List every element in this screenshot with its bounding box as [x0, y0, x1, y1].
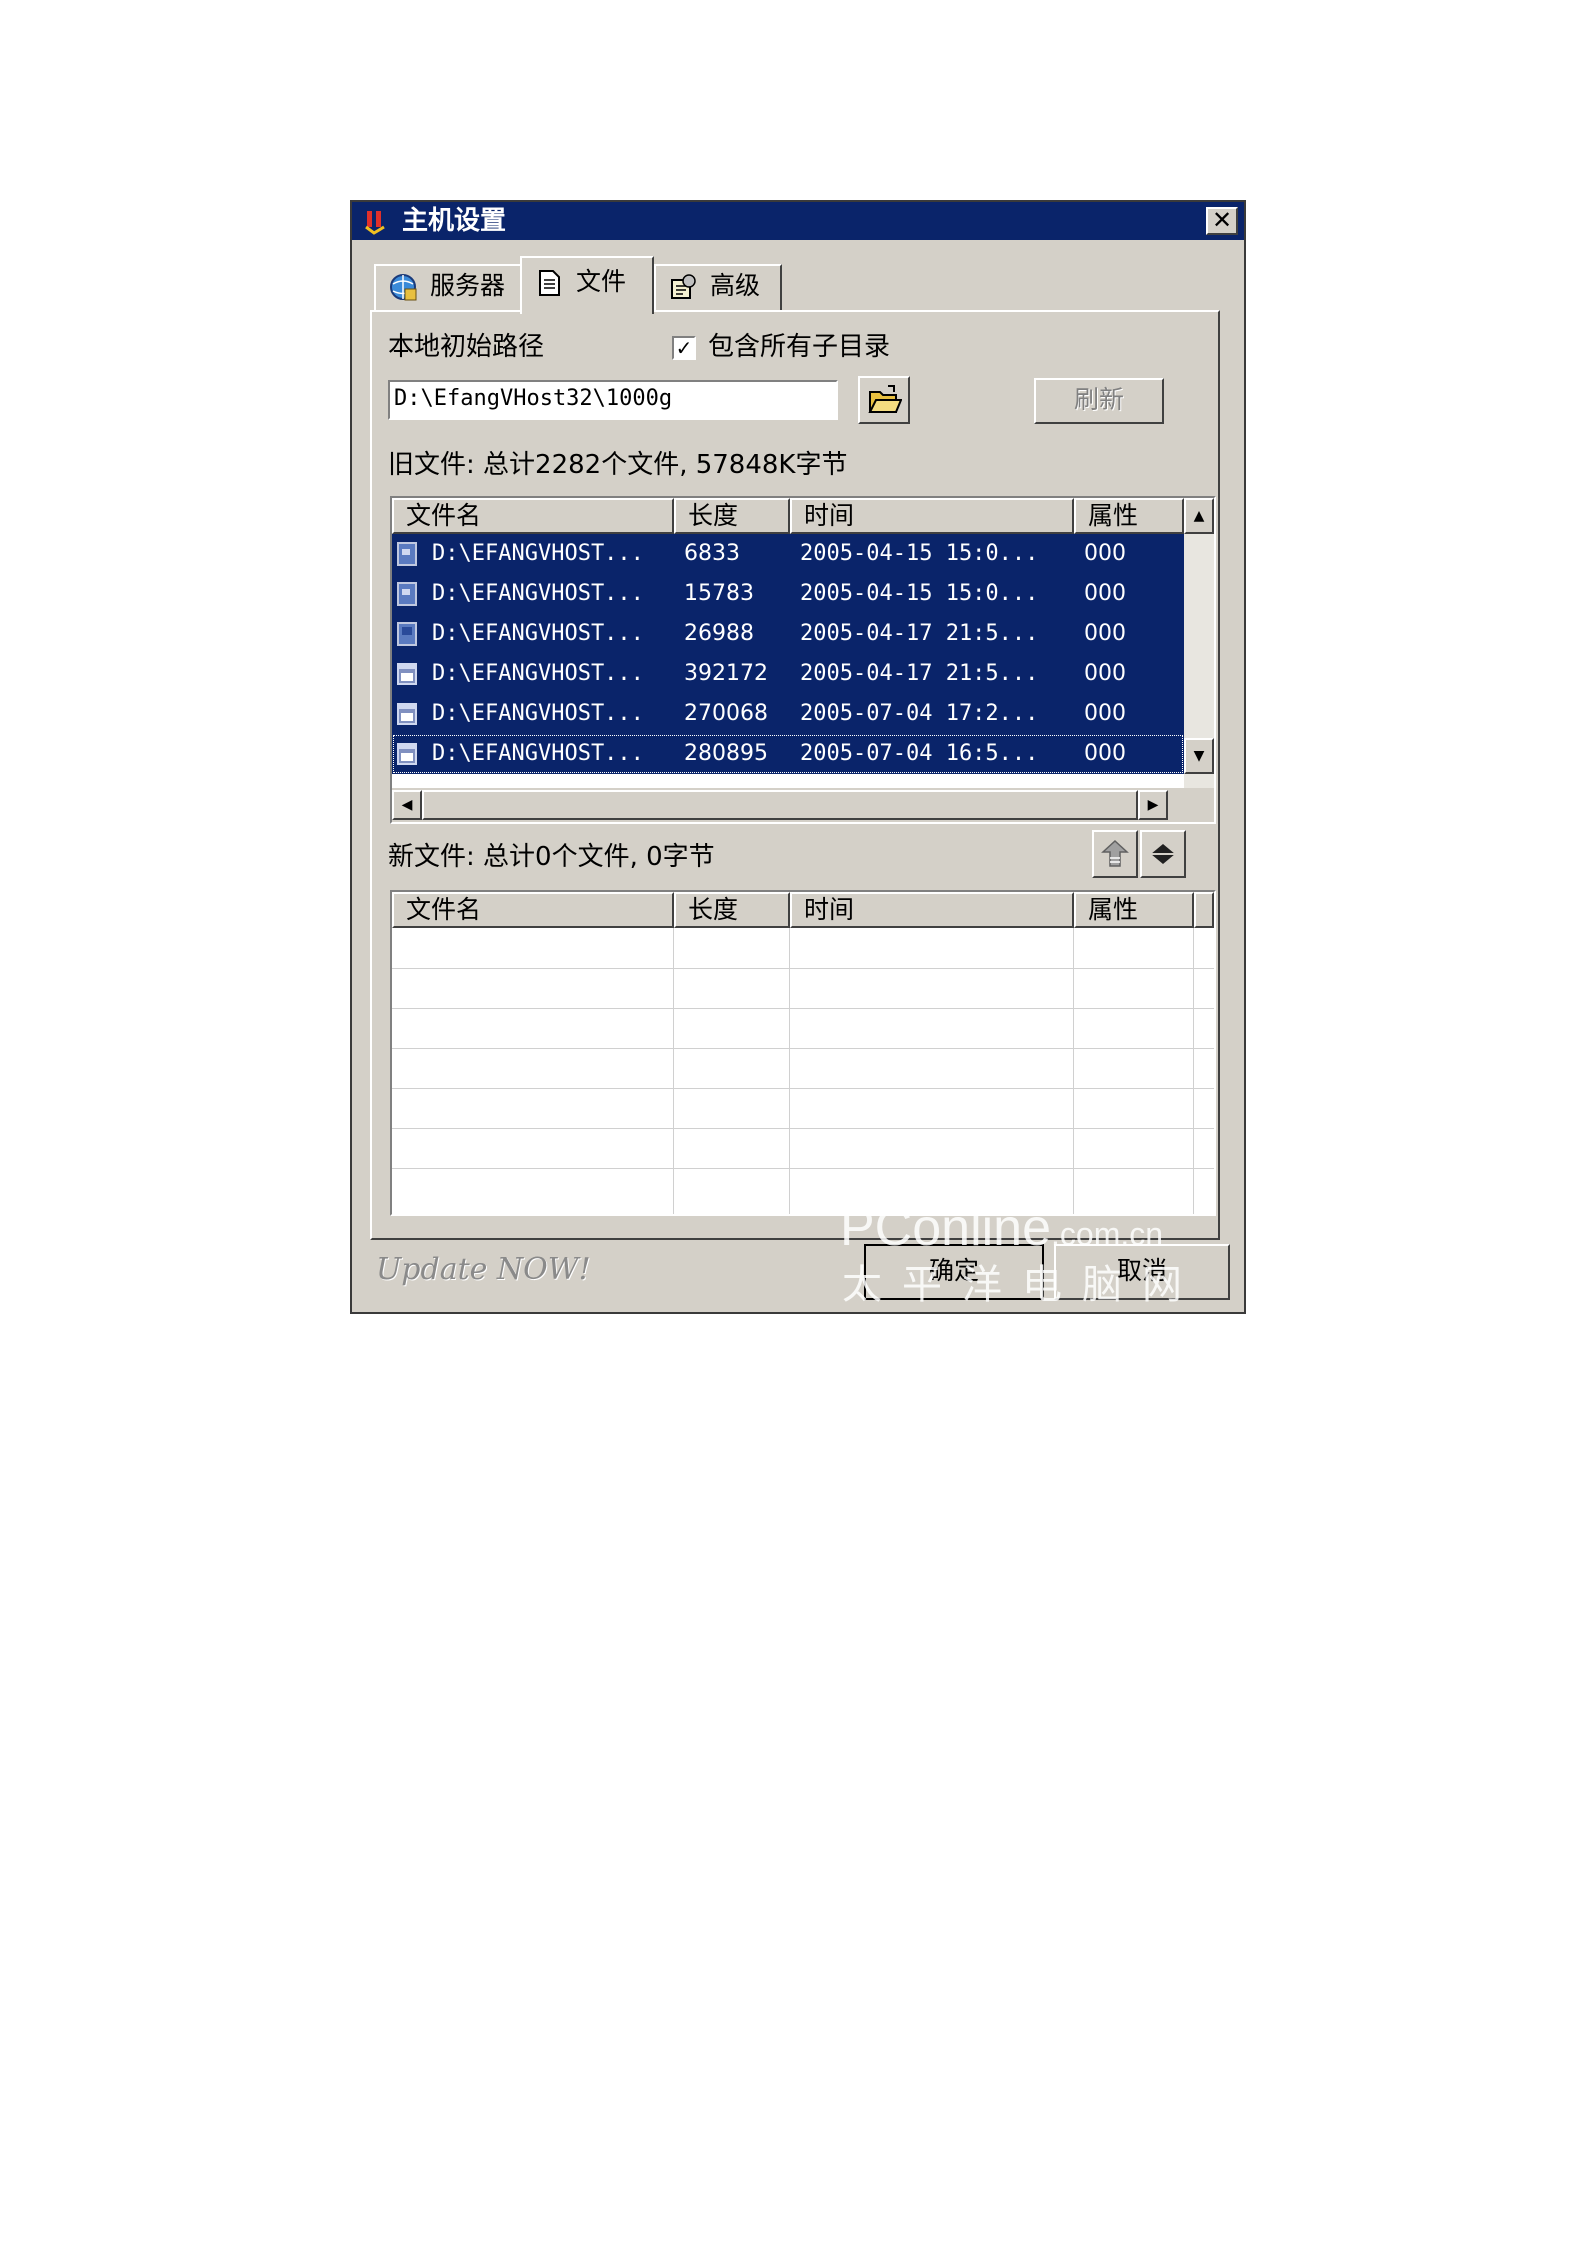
app-icon [365, 211, 385, 235]
time-cell: 2005-04-15 15:0... [800, 541, 1039, 566]
size-cell: 270068 [684, 701, 768, 726]
grid-line [1193, 928, 1194, 1214]
update-now-tagline: Update NOW! [376, 1252, 591, 1287]
time-cell: 2005-04-17 21:5... [800, 661, 1039, 686]
tab-server[interactable]: 服务器 [374, 264, 522, 310]
pconline-cn-watermark: 太平洋电脑网 [842, 1262, 1202, 1308]
attr-cell: 000 [1084, 741, 1126, 766]
move-down-icon [1151, 844, 1175, 864]
grid-line [392, 1048, 1214, 1049]
globe-server-icon [390, 274, 417, 301]
old-files-list[interactable]: 文件名 长度 时间 属性 D:\EFANGVHOST... 6833 2005-… [390, 496, 1216, 824]
table-row[interactable]: D:\EFANGVHOST... 6833 2005-04-15 15:0...… [392, 534, 1184, 574]
grid-line [392, 1168, 1214, 1169]
file-icon [397, 582, 417, 606]
file-icon [397, 542, 417, 566]
column-header-filename[interactable]: 文件名 [392, 498, 674, 534]
grid-line [392, 1008, 1214, 1009]
title-bar[interactable]: 主机设置 ✕ [352, 202, 1244, 240]
table-row[interactable]: D:\EFANGVHOST... 15783 2005-04-15 15:0..… [392, 574, 1184, 614]
table-row[interactable]: D:\EFANGVHOST... 392172 2005-04-17 21:5.… [392, 654, 1184, 694]
scroll-up-button[interactable]: ▲ [1184, 498, 1214, 534]
column-header-size[interactable]: 长度 [674, 498, 790, 534]
close-icon: ✕ [1211, 206, 1233, 234]
window-file-icon [397, 743, 417, 765]
attr-cell: 000 [1084, 621, 1126, 646]
grid-line [1073, 928, 1074, 1214]
browse-folder-button[interactable] [858, 376, 910, 424]
attr-cell: 000 [1084, 581, 1126, 606]
window-file-icon [397, 703, 417, 725]
tab-advanced[interactable]: 高级 [654, 264, 782, 310]
close-button[interactable]: ✕ [1206, 207, 1238, 235]
arrow-down-icon: ▼ [1193, 748, 1205, 764]
column-header-attr[interactable]: 属性 [1074, 892, 1194, 928]
filename-cell: D:\EFANGVHOST... [392, 694, 674, 734]
time-cell: 2005-07-04 16:5... [800, 741, 1039, 766]
table-row[interactable]: D:\EFANGVHOST... 270068 2005-07-04 17:2.… [392, 694, 1184, 734]
open-folder-icon [868, 385, 902, 413]
pconline-watermark: PConline.com.cn [840, 1199, 1164, 1257]
move-down-button[interactable] [1140, 830, 1186, 878]
time-cell: 2005-04-17 21:5... [800, 621, 1039, 646]
filename-cell: D:\EFANGVHOST... [392, 534, 674, 574]
attr-cell: 000 [1084, 541, 1126, 566]
local-path-input[interactable]: D:\EfangVHost32\1000g [388, 380, 838, 420]
scroll-left-button[interactable]: ◀ [392, 790, 422, 820]
filename-cell: D:\EFANGVHOST... [392, 614, 674, 654]
attr-cell: 000 [1084, 661, 1126, 686]
window-file-icon [397, 663, 417, 685]
grid-line [392, 968, 1214, 969]
filename-cell: D:\EFANGVHOST... [392, 734, 674, 774]
host-settings-dialog: 主机设置 ✕ 服务器 文件 高级 本地初始路径 ✓ 包含所有子目录 D:\Efa… [350, 200, 1246, 1314]
size-cell: 392172 [684, 661, 768, 686]
local-path-label: 本地初始路径 [388, 332, 545, 362]
filename-cell: D:\EFANGVHOST... [392, 574, 674, 614]
include-subdirs-checkbox[interactable]: ✓ [672, 336, 696, 360]
move-up-button[interactable] [1092, 830, 1138, 878]
time-cell: 2005-04-15 15:0... [800, 581, 1039, 606]
column-header-time[interactable]: 时间 [790, 892, 1074, 928]
column-header-attr[interactable]: 属性 [1074, 498, 1184, 534]
new-files-list[interactable]: 文件名 长度 时间 属性 [390, 890, 1216, 1216]
table-row[interactable]: D:\EFANGVHOST... 26988 2005-04-17 21:5..… [392, 614, 1184, 654]
grid-line [673, 928, 674, 1214]
arrow-left-icon: ◀ [401, 797, 413, 813]
size-cell: 26988 [684, 621, 754, 646]
size-cell: 15783 [684, 581, 754, 606]
column-header-size[interactable]: 长度 [674, 892, 790, 928]
grid-line [392, 1088, 1214, 1089]
scroll-down-button[interactable]: ▼ [1184, 738, 1214, 774]
column-header-filler [1194, 892, 1214, 928]
column-header-filename[interactable]: 文件名 [392, 892, 674, 928]
table-row[interactable]: D:\EFANGVHOST... 280895 2005-07-04 16:5.… [392, 734, 1184, 774]
arrow-up-icon: ▲ [1193, 508, 1205, 524]
size-cell: 280895 [684, 741, 768, 766]
new-files-summary: 新文件: 总计0个文件, 0字节 [388, 842, 715, 872]
grid-line [789, 928, 790, 1214]
files-tab-panel: 本地初始路径 ✓ 包含所有子目录 D:\EfangVHost32\1000g 刷… [370, 310, 1220, 1240]
grid-line [392, 1128, 1214, 1129]
include-subdirs-label[interactable]: 包含所有子目录 [708, 332, 890, 362]
column-header-time[interactable]: 时间 [790, 498, 1074, 534]
old-files-summary: 旧文件: 总计2282个文件, 57848K字节 [388, 450, 848, 480]
arrow-right-icon: ▶ [1147, 797, 1159, 813]
file-icon [397, 622, 417, 646]
document-icon [539, 270, 560, 296]
scroll-right-button[interactable]: ▶ [1138, 790, 1168, 820]
time-cell: 2005-07-04 17:2... [800, 701, 1039, 726]
advanced-settings-icon [671, 274, 696, 299]
refresh-button[interactable]: 刷新 [1034, 378, 1164, 424]
hscroll-thumb[interactable] [422, 790, 1138, 820]
tab-advanced-label: 高级 [710, 271, 761, 300]
filename-cell: D:\EFANGVHOST... [392, 654, 674, 694]
tab-files-label: 文件 [576, 267, 627, 296]
attr-cell: 000 [1084, 701, 1126, 726]
size-cell: 6833 [684, 541, 740, 566]
checkmark-icon: ✓ [675, 336, 693, 360]
move-up-icon [1101, 839, 1129, 867]
tab-files[interactable]: 文件 [520, 256, 654, 314]
tab-server-label: 服务器 [430, 271, 506, 300]
window-title: 主机设置 [402, 206, 507, 236]
